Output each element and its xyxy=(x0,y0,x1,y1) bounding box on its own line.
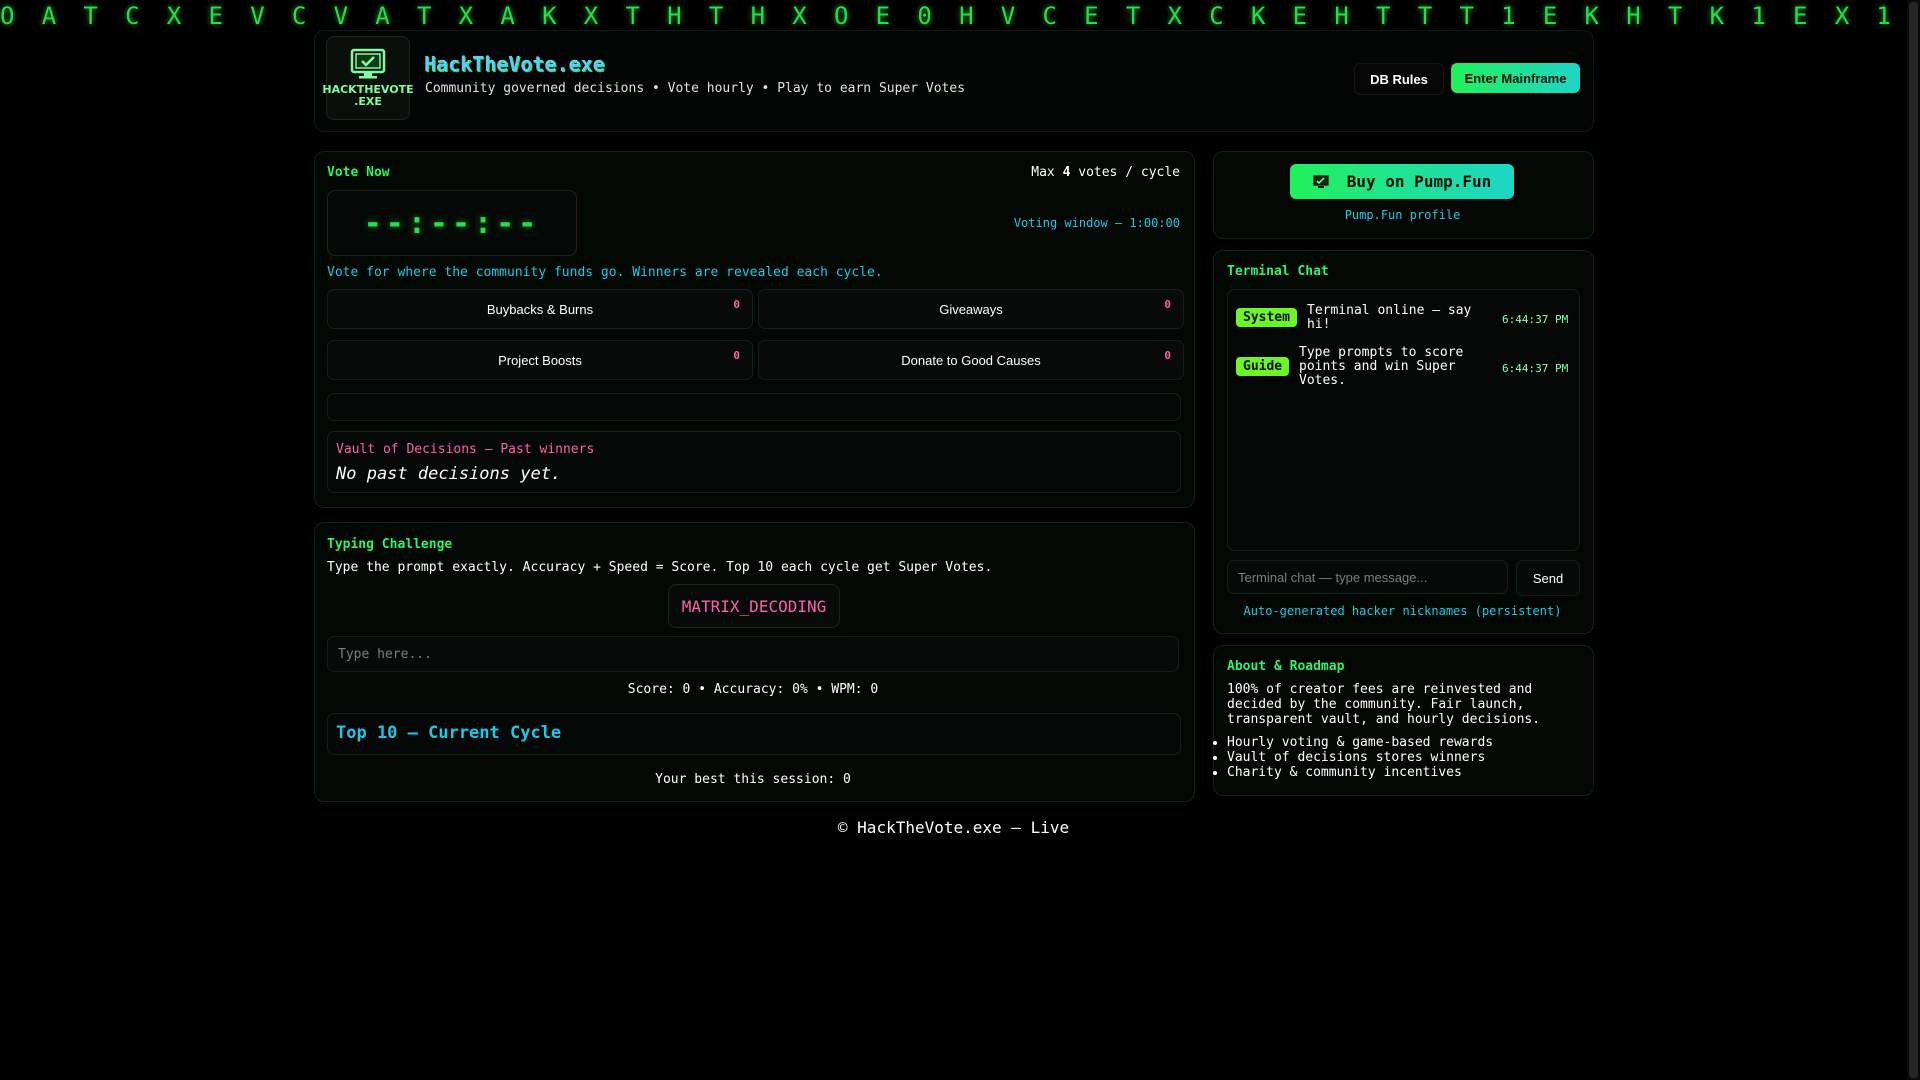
roadmap-item: Vault of decisions stores winners xyxy=(1227,750,1493,765)
chat-heading: Terminal Chat xyxy=(1227,264,1329,279)
computer-icon xyxy=(1313,174,1329,188)
vote-option-label: Project Boosts xyxy=(498,353,582,368)
top10-title: Top 10 — Current Cycle xyxy=(336,723,562,743)
chat-message-time: 6:44:37 PM xyxy=(1502,362,1569,375)
computer-check-icon xyxy=(350,48,386,79)
countdown-timer: --:--:-- xyxy=(327,190,577,256)
site-subtitle: Community governed decisions • Vote hour… xyxy=(425,81,966,96)
chat-send-button[interactable]: Send xyxy=(1516,560,1580,596)
chat-badge-guide: Guide xyxy=(1236,357,1290,376)
chat-message-text: Terminal online — say hi! xyxy=(1307,303,1472,332)
about-heading: About & Roadmap xyxy=(1227,659,1345,674)
top10-leaderboard: Top 10 — Current Cycle xyxy=(327,713,1181,755)
buy-button-label: Buy on Pump.Fun xyxy=(1346,172,1492,191)
db-rules-button[interactable]: DB Rules xyxy=(1354,63,1444,95)
chat-message-time: 6:44:37 PM xyxy=(1502,313,1569,326)
vote-option-count: 0 xyxy=(1164,298,1171,311)
footer: © HackTheVote.exe — Live xyxy=(837,818,1070,837)
vote-option-label: Giveaways xyxy=(939,302,1003,317)
roadmap-item: Charity & community incentives xyxy=(1227,765,1493,780)
session-best: Your best this session: 0 xyxy=(655,772,851,787)
vault-of-decisions: Vault of Decisions — Past winners No pas… xyxy=(327,431,1181,493)
site-title: HackTheVote.exe xyxy=(424,52,605,76)
pumpfun-profile-link[interactable]: Pump.Fun profile xyxy=(1213,208,1592,222)
vote-description: Vote for where the community funds go. W… xyxy=(327,265,883,280)
logo-line-2: .EXE xyxy=(354,95,382,108)
max-votes: Max 4 votes / cycle xyxy=(1031,165,1180,180)
matrix-rain: O A T C X E V C V A T X A K X T H T H X … xyxy=(0,2,1920,30)
vote-option-donate[interactable]: Donate to Good Causes 0 xyxy=(758,340,1184,380)
vote-status-bar xyxy=(327,393,1181,421)
vote-option-buybacks[interactable]: Buybacks & Burns 0 xyxy=(327,289,753,329)
typing-instructions: Type the prompt exactly. Accuracy + Spee… xyxy=(327,560,993,575)
logo: HACKTHEVOTE .EXE xyxy=(322,36,414,120)
vote-option-count: 0 xyxy=(733,298,740,311)
chat-input[interactable] xyxy=(1227,560,1508,594)
scrollbar-thumb[interactable] xyxy=(1909,2,1918,1078)
chat-message-text: Type prompts to score points and win Sup… xyxy=(1299,345,1464,388)
roadmap-list: Hourly voting & game-based rewards Vault… xyxy=(1213,735,1493,780)
scrollbar[interactable] xyxy=(1907,0,1920,1080)
enter-mainframe-button[interactable]: Enter Mainframe xyxy=(1451,63,1580,93)
logo-wordmark: HACKTHEVOTE .EXE xyxy=(322,84,413,108)
vote-option-count: 0 xyxy=(733,349,740,362)
vote-option-label: Buybacks & Burns xyxy=(486,302,594,317)
typing-prompt: MATRIX_DECODING xyxy=(668,584,840,628)
roadmap-item: Hourly voting & game-based rewards xyxy=(1227,735,1493,750)
typing-input[interactable] xyxy=(327,636,1179,672)
chat-note: Auto-generated hacker nicknames (persist… xyxy=(1243,604,1562,618)
voting-window: Voting window — 1:00:00 xyxy=(1013,216,1180,230)
about-body: 100% of creator fees are reinvested and … xyxy=(1227,682,1541,727)
typing-heading: Typing Challenge xyxy=(327,537,453,552)
vault-title: Vault of Decisions — Past winners xyxy=(336,442,595,457)
vote-option-label: Donate to Good Causes xyxy=(901,353,1041,368)
typing-stats: Score: 0 • Accuracy: 0% • WPM: 0 xyxy=(627,682,879,697)
vote-option-project-boosts[interactable]: Project Boosts 0 xyxy=(327,340,753,380)
buy-pumpfun-button[interactable]: Buy on Pump.Fun xyxy=(1290,164,1514,199)
vote-heading: Vote Now xyxy=(327,165,390,180)
max-votes-prefix: Max xyxy=(1031,165,1063,180)
vault-empty-message: No past decisions yet. xyxy=(336,464,562,484)
vote-option-giveaways[interactable]: Giveaways 0 xyxy=(758,289,1184,329)
max-votes-suffix: votes / cycle xyxy=(1070,165,1180,180)
vote-option-count: 0 xyxy=(1164,349,1171,362)
chat-badge-system: System xyxy=(1236,308,1297,327)
